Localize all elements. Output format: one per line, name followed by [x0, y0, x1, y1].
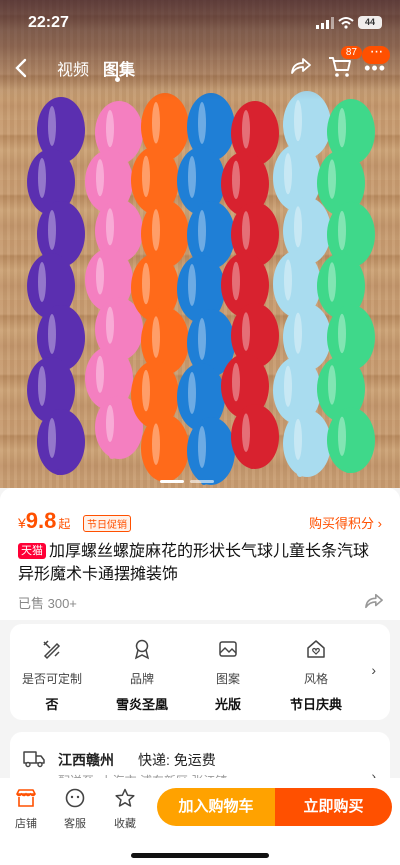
store-button[interactable]: 店铺	[6, 788, 46, 831]
truck-icon	[23, 751, 45, 768]
active-tab-dot	[115, 77, 120, 82]
product-price: ¥9.8 起	[18, 508, 70, 534]
attr-value: 否	[45, 697, 59, 712]
pencil-ruler-icon	[43, 640, 61, 660]
promo-tag: 节日促销	[83, 515, 131, 532]
top-nav: 视频 图集 87 ··· •••	[0, 44, 400, 86]
sold-count: 已售 300+	[18, 596, 77, 611]
back-icon[interactable]	[14, 58, 28, 78]
service-button[interactable]: 客服	[55, 788, 95, 831]
attributes-card[interactable]: 是否可定制 否 品牌 雪炎圣凰 图案 光版 风格 节日庆典 ›	[10, 624, 390, 720]
service-label: 客服	[64, 818, 86, 830]
currency-symbol: ¥	[18, 515, 26, 531]
ship-fee: 快递: 免运费	[138, 752, 216, 768]
balloon	[221, 101, 279, 469]
battery-icon: 44	[358, 16, 382, 29]
product-title-text: 加厚螺丝螺旋麻花的形状长气球儿童长条汽球异形魔术卡通摆摊装饰	[18, 543, 370, 583]
star-icon	[115, 788, 135, 807]
points-link[interactable]: 购买得积分 ›	[309, 513, 382, 532]
share-icon[interactable]	[290, 56, 312, 76]
favorite-button[interactable]: 收藏	[105, 788, 145, 831]
attr-key: 图案	[215, 672, 240, 686]
cart-icon[interactable]	[328, 56, 352, 78]
add-to-cart-button[interactable]: 加入购物车	[157, 788, 275, 826]
attr-key: 是否可定制	[21, 672, 82, 686]
price-suffix: 起	[58, 517, 71, 531]
image-page-indicator	[0, 480, 400, 483]
cart-count-badge: 87	[340, 46, 362, 59]
attr-value: 光版	[214, 697, 241, 712]
attr-pattern: 图案 光版	[188, 638, 268, 713]
tab-video[interactable]: 视频	[57, 56, 89, 80]
attr-value: 雪炎圣凰	[115, 697, 168, 712]
attr-key: 品牌	[129, 672, 154, 686]
more-icon[interactable]: •••	[364, 58, 386, 79]
attr-value: 节日庆典	[289, 697, 342, 712]
ship-origin: 江西赣州	[58, 752, 114, 768]
tmall-badge: 天猫	[18, 543, 46, 559]
price-value: 9.8	[25, 508, 57, 533]
favorite-label: 收藏	[114, 818, 136, 830]
bottom-action-bar: 店铺 客服 收藏 加入购物车 立即购买	[0, 778, 400, 865]
house-heart-icon	[307, 640, 325, 658]
store-icon	[16, 789, 36, 807]
award-icon	[134, 639, 150, 660]
attr-brand: 品牌 雪炎圣凰	[102, 638, 182, 713]
balloon	[27, 97, 85, 475]
home-indicator	[131, 853, 269, 858]
store-label: 店铺	[15, 818, 37, 830]
buy-now-button[interactable]: 立即购买	[275, 788, 392, 826]
picture-icon	[219, 641, 237, 657]
status-bar: 22:27 44	[0, 0, 400, 46]
status-time: 22:27	[28, 14, 69, 31]
balloon	[317, 98, 375, 473]
attr-style: 风格 节日庆典	[276, 638, 356, 713]
share-icon[interactable]	[364, 592, 384, 610]
product-info-card: ¥9.8 起 节日促销 购买得积分 › 天猫 加厚螺丝螺旋麻花的形状长气球儿童长条汽…	[0, 488, 400, 620]
signal-icon	[316, 17, 334, 29]
product-title: 天猫 加厚螺丝螺旋麻花的形状长气球儿童长条汽球异形魔术卡通摆摊装饰	[18, 540, 383, 586]
chat-face-icon	[65, 788, 85, 808]
attr-customizable: 是否可定制 否	[12, 638, 92, 713]
attr-key: 风格	[303, 672, 328, 686]
wifi-icon	[338, 17, 354, 29]
tab-gallery[interactable]: 图集	[103, 56, 135, 80]
chevron-right-icon[interactable]: ›	[371, 662, 376, 678]
